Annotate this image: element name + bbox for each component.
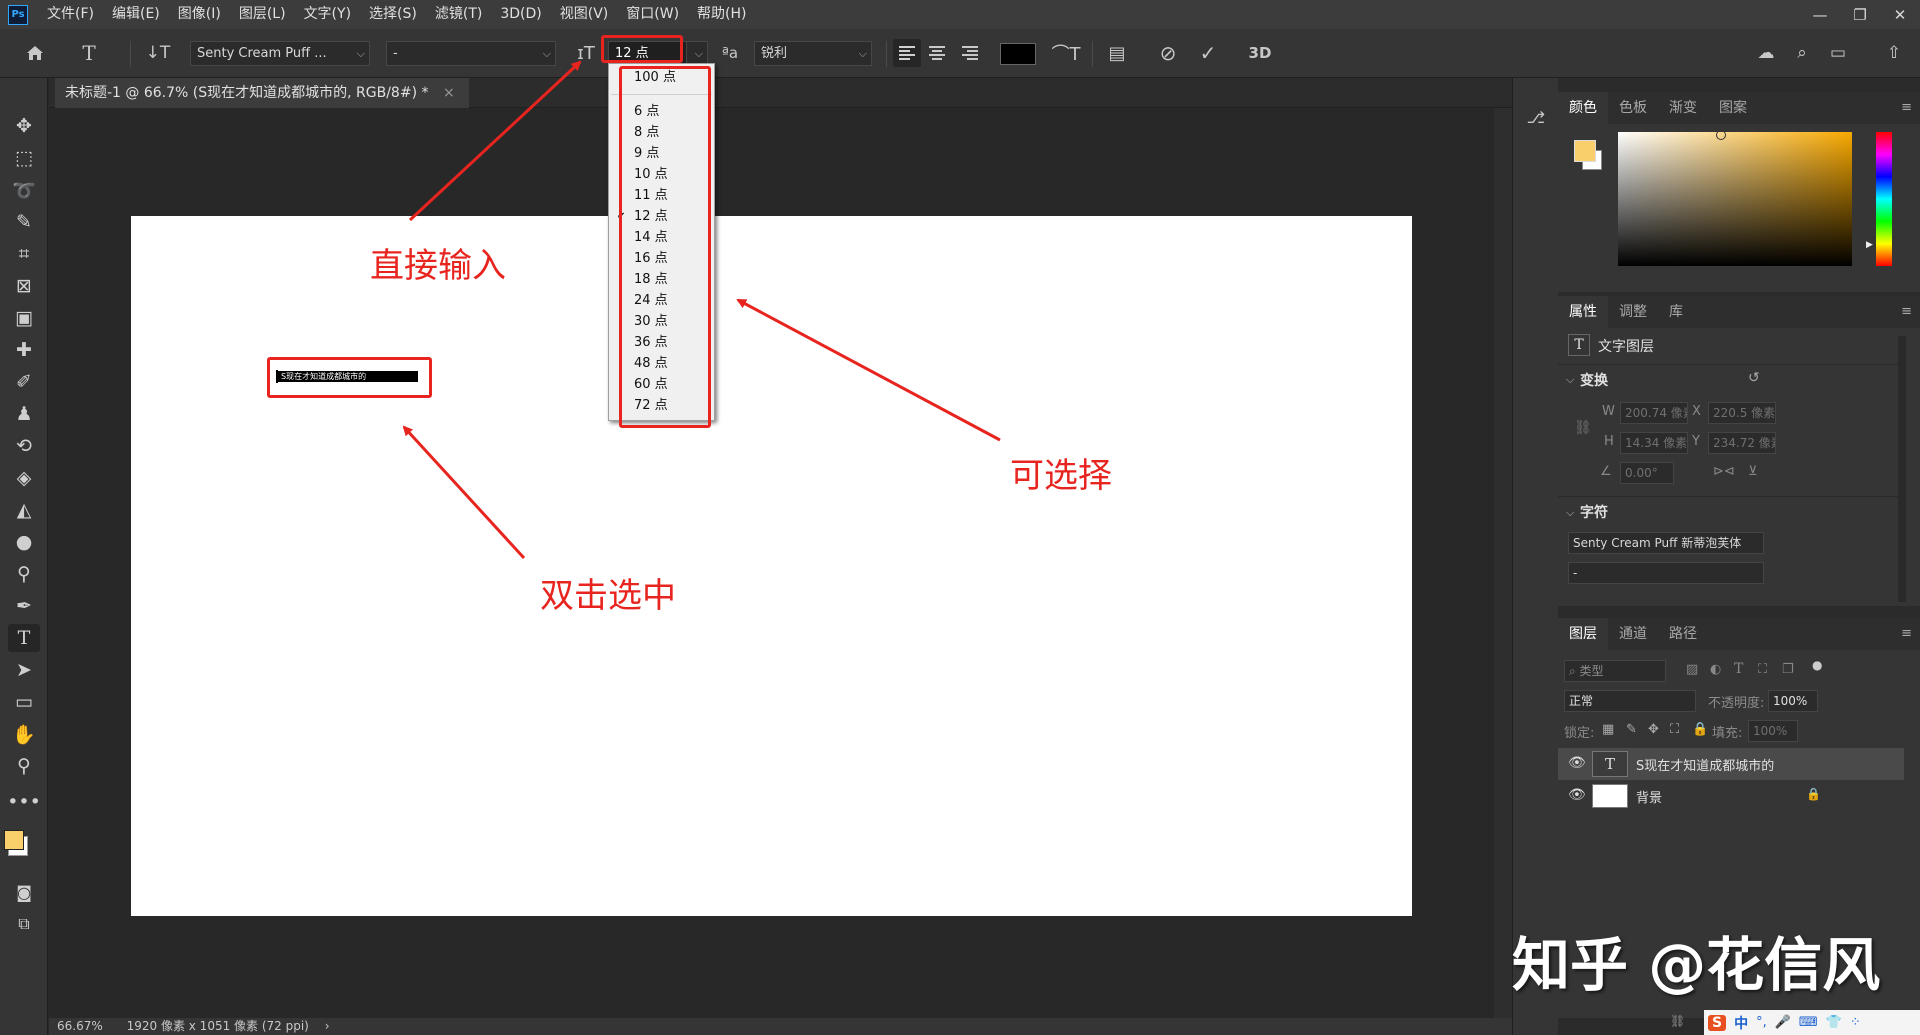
annotation-double-click: 双击选中 [540, 576, 676, 616]
arrow-double-click [402, 425, 526, 560]
arrow-direct-input [408, 60, 582, 222]
annotation-selectable: 可选择 [1010, 456, 1112, 496]
zhihu-watermark: 知乎 @花信风 [1512, 931, 1881, 999]
arrow-selectable [736, 298, 1001, 442]
annotation-direct-input: 直接输入 [370, 246, 506, 286]
annotation-arrows [402, 60, 1001, 560]
